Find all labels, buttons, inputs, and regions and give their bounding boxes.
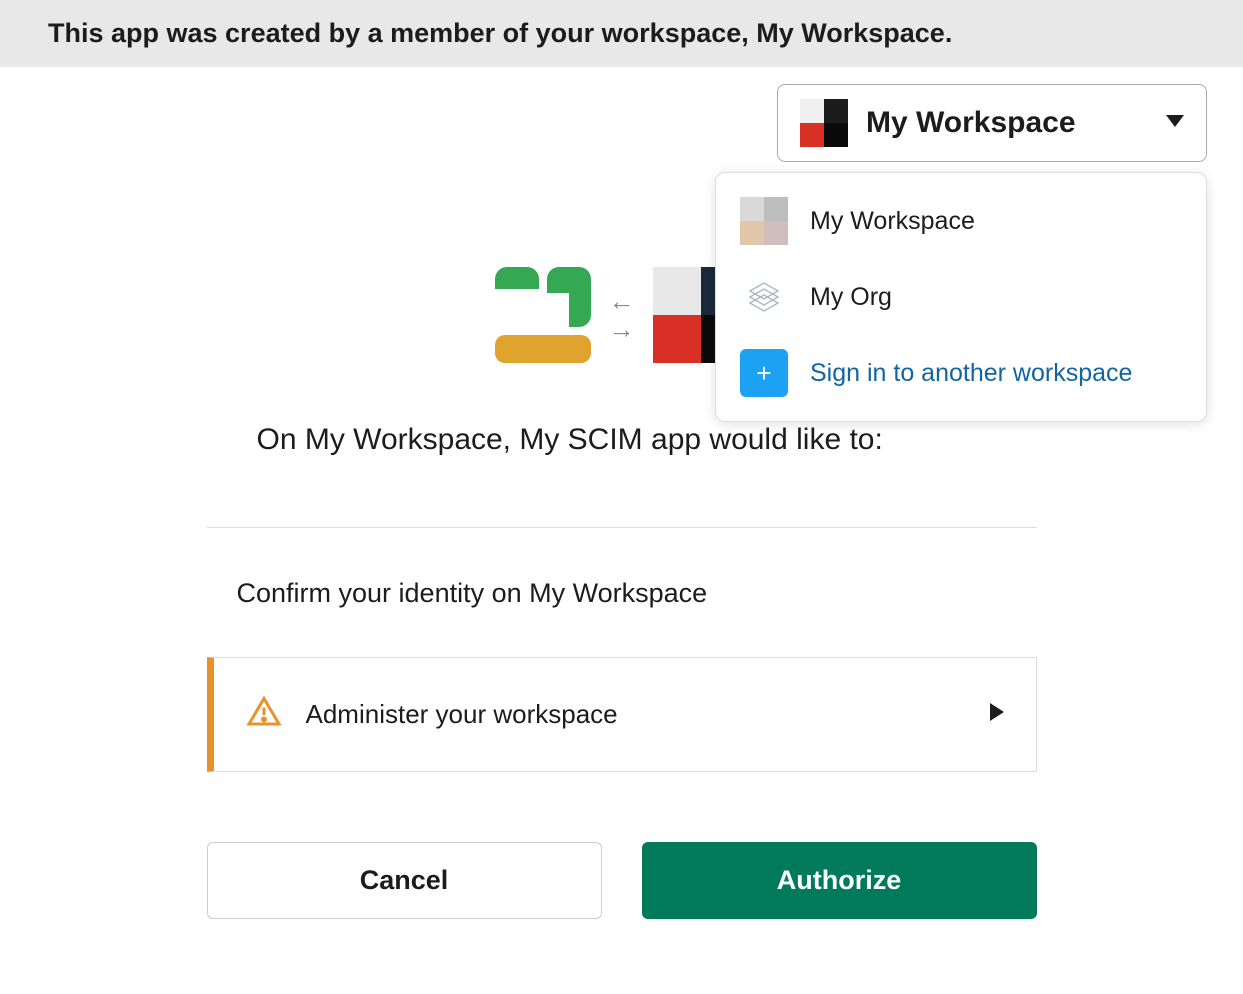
scope-administer-workspace[interactable]: Administer your workspace bbox=[207, 657, 1037, 772]
divider bbox=[207, 527, 1037, 528]
workspace-icon bbox=[800, 99, 848, 147]
workspace-dropdown-trigger[interactable]: My Workspace bbox=[777, 84, 1207, 162]
signin-another-workspace[interactable]: + Sign in to another workspace bbox=[716, 335, 1206, 411]
requesting-app-icon bbox=[495, 267, 591, 363]
confirm-identity-text: Confirm your identity on My Workspace bbox=[207, 578, 1037, 609]
arrow-right-icon: → bbox=[609, 316, 635, 342]
plus-icon: + bbox=[740, 349, 788, 397]
authorize-button[interactable]: Authorize bbox=[642, 842, 1037, 919]
org-icon bbox=[740, 273, 788, 321]
action-buttons: Cancel Authorize bbox=[207, 842, 1037, 919]
workspace-icon bbox=[740, 197, 788, 245]
chevron-down-icon bbox=[1166, 114, 1184, 132]
signin-label: Sign in to another workspace bbox=[810, 359, 1132, 388]
workspace-dropdown-menu: My Workspace My Org + Sign in to another… bbox=[715, 172, 1207, 422]
scope-label: Administer your workspace bbox=[306, 699, 618, 730]
workspace-banner: This app was created by a member of your… bbox=[0, 0, 1243, 67]
exchange-arrows: ← → bbox=[609, 288, 635, 342]
workspace-option-label: My Workspace bbox=[810, 207, 975, 236]
cancel-button[interactable]: Cancel bbox=[207, 842, 602, 919]
workspace-option-my-org[interactable]: My Org bbox=[716, 259, 1206, 335]
workspace-selector: My Workspace My Workspace bbox=[777, 84, 1207, 162]
workspace-option-my-workspace[interactable]: My Workspace bbox=[716, 183, 1206, 259]
caret-right-icon bbox=[990, 703, 1004, 726]
arrow-left-icon: ← bbox=[609, 288, 635, 314]
workspace-option-label: My Org bbox=[810, 283, 892, 312]
selected-workspace-name: My Workspace bbox=[866, 106, 1076, 140]
permission-heading: On My Workspace, My SCIM app would like … bbox=[207, 423, 1037, 457]
warning-icon bbox=[246, 694, 282, 735]
